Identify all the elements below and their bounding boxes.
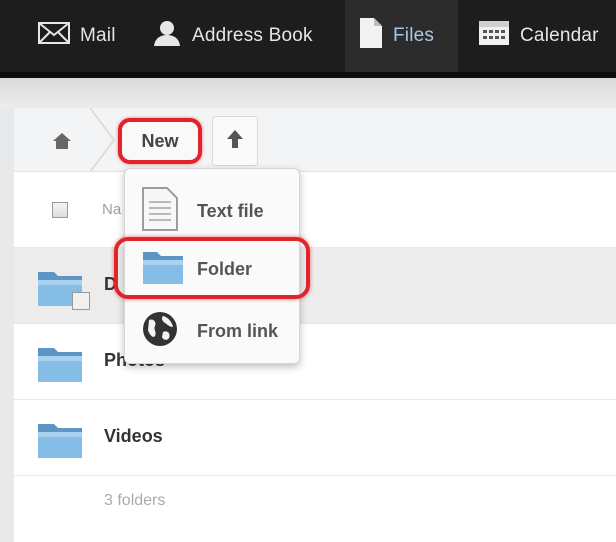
file-name: D	[104, 274, 117, 294]
select-all-checkbox[interactable]	[52, 202, 68, 218]
new-dropdown-menu: Text file Folder From link	[124, 168, 300, 364]
nav-address-book[interactable]: Address Book	[152, 0, 313, 72]
nav-mail[interactable]: Mail	[38, 0, 116, 72]
text-file-icon	[141, 186, 179, 237]
nav-files-label: Files	[393, 25, 435, 46]
envelope-icon	[38, 22, 70, 50]
upload-arrow-icon	[226, 129, 244, 154]
breadcrumb-separator	[90, 108, 116, 172]
breadcrumb-home[interactable]	[36, 132, 96, 172]
folder-icon	[36, 342, 84, 384]
menu-item-label: Text file	[197, 200, 264, 221]
home-icon	[52, 132, 72, 155]
name-column-header[interactable]: Na	[102, 201, 121, 218]
share-indicator-icon	[72, 292, 90, 310]
folder-icon	[141, 248, 185, 291]
nav-calendar[interactable]: Calendar	[478, 0, 599, 72]
file-list-header: Na	[14, 172, 616, 248]
document-icon	[359, 17, 383, 55]
upload-button[interactable]	[212, 116, 258, 166]
controls-bar: New	[14, 108, 616, 172]
nav-address-book-label: Address Book	[192, 25, 313, 46]
new-button[interactable]: New	[118, 118, 202, 164]
calendar-icon	[478, 20, 510, 52]
globe-icon	[141, 310, 179, 353]
toolbar-band	[0, 78, 616, 108]
file-name: Videos	[104, 426, 163, 446]
file-row[interactable]: Photos	[14, 324, 616, 400]
nav-calendar-label: Calendar	[520, 25, 599, 46]
menu-item-label: Folder	[197, 258, 253, 279]
folder-icon	[36, 418, 84, 460]
menu-item-folder[interactable]: Folder	[125, 239, 301, 299]
menu-item-label: From link	[197, 320, 279, 341]
menu-item-from-link[interactable]: From link	[125, 301, 301, 361]
new-button-label: New	[141, 130, 179, 151]
nav-mail-label: Mail	[80, 25, 116, 46]
menu-item-text-file[interactable]: Text file	[125, 181, 301, 241]
top-navigation: Mail Address Book Files Calendar	[0, 0, 616, 78]
file-count-summary: 3 folders	[104, 492, 166, 509]
person-icon	[152, 19, 182, 53]
file-row[interactable]: Videos	[14, 400, 616, 476]
nav-files[interactable]: Files	[345, 0, 458, 72]
file-row[interactable]: D	[14, 248, 616, 324]
